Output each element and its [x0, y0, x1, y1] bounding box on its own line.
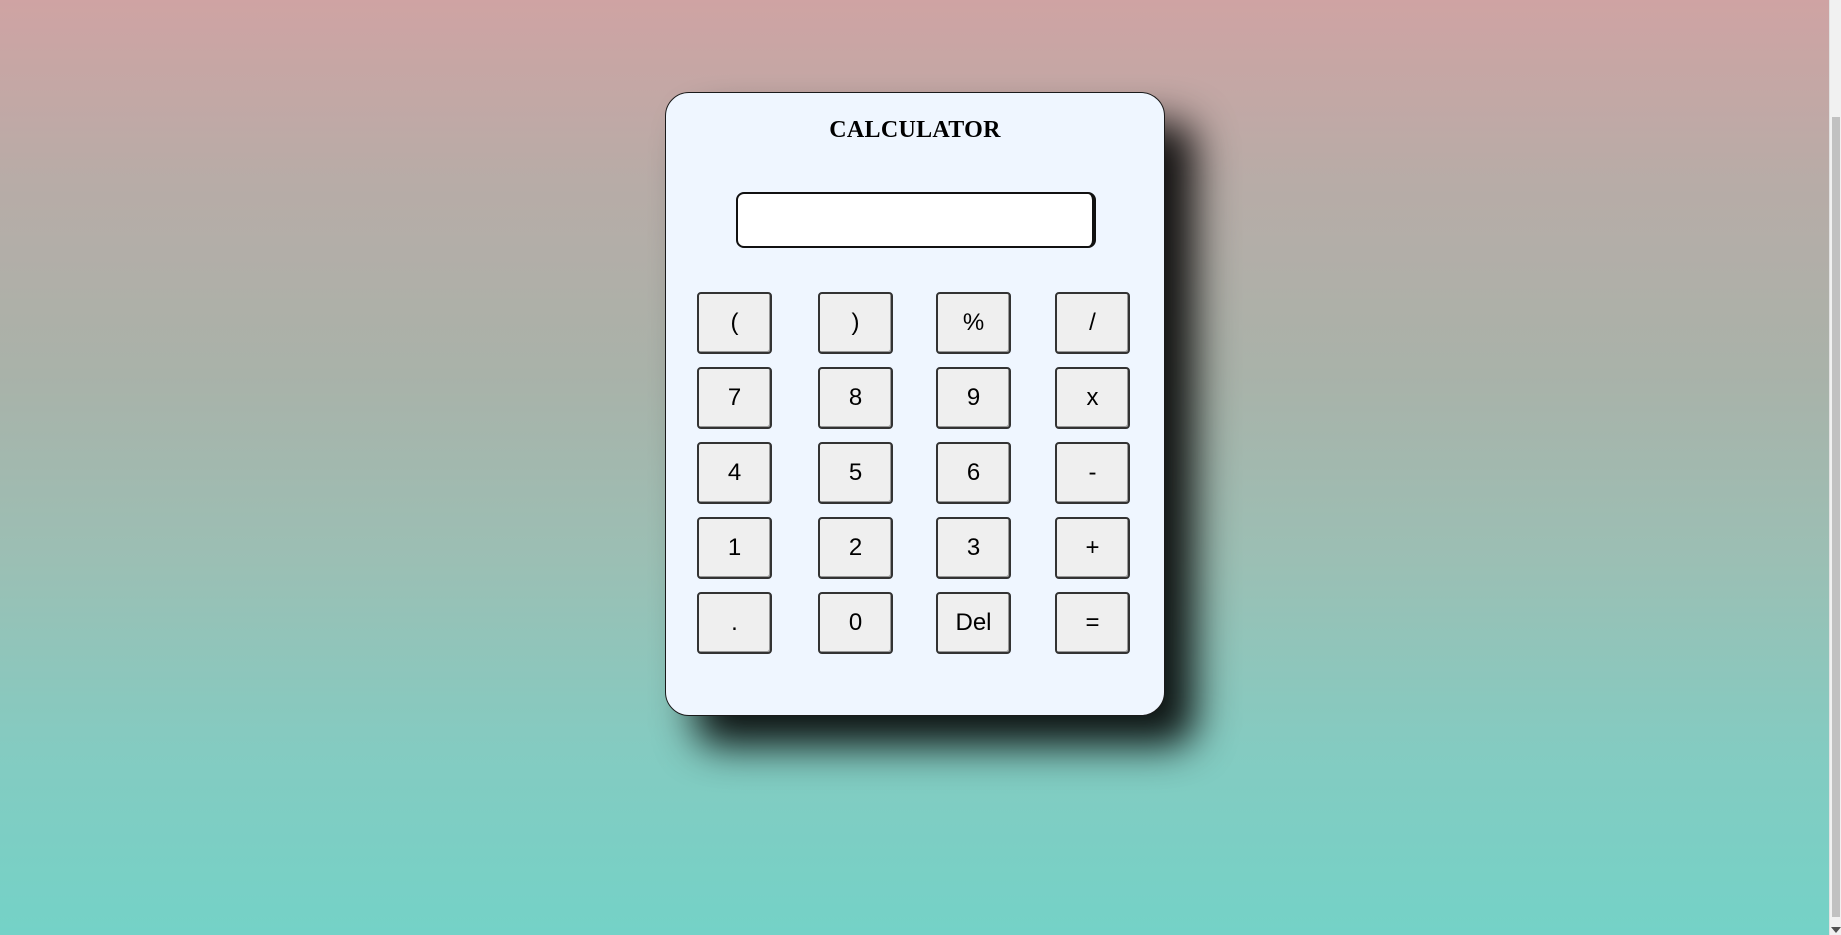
- multiply-button[interactable]: x: [1055, 367, 1130, 429]
- digit-4-button[interactable]: 4: [697, 442, 772, 504]
- equals-button[interactable]: =: [1055, 592, 1130, 654]
- percent-button[interactable]: %: [936, 292, 1011, 354]
- delete-button[interactable]: Del: [936, 592, 1011, 654]
- subtract-button[interactable]: -: [1055, 442, 1130, 504]
- digit-5-button[interactable]: 5: [818, 442, 893, 504]
- digit-9-button[interactable]: 9: [936, 367, 1011, 429]
- digit-2-button[interactable]: 2: [818, 517, 893, 579]
- digit-1-button[interactable]: 1: [697, 517, 772, 579]
- open-paren-button[interactable]: (: [697, 292, 772, 354]
- vertical-scrollbar[interactable]: [1829, 0, 1841, 935]
- digit-7-button[interactable]: 7: [697, 367, 772, 429]
- display-input[interactable]: [736, 192, 1096, 248]
- digit-3-button[interactable]: 3: [936, 517, 1011, 579]
- add-button[interactable]: +: [1055, 517, 1130, 579]
- calculator-title: CALCULATOR: [829, 117, 1001, 143]
- digit-6-button[interactable]: 6: [936, 442, 1011, 504]
- digit-8-button[interactable]: 8: [818, 367, 893, 429]
- scroll-down-arrow-icon[interactable]: [1831, 927, 1841, 933]
- digit-0-button[interactable]: 0: [818, 592, 893, 654]
- close-paren-button[interactable]: ): [818, 292, 893, 354]
- scrollbar-thumb[interactable]: [1832, 117, 1840, 917]
- decimal-button[interactable]: .: [697, 592, 772, 654]
- divide-button[interactable]: /: [1055, 292, 1130, 354]
- calculator-panel: CALCULATOR ()% / 7 8 9 x 4 5 6- 1 2 3 +. 0 Del =: [665, 92, 1165, 716]
